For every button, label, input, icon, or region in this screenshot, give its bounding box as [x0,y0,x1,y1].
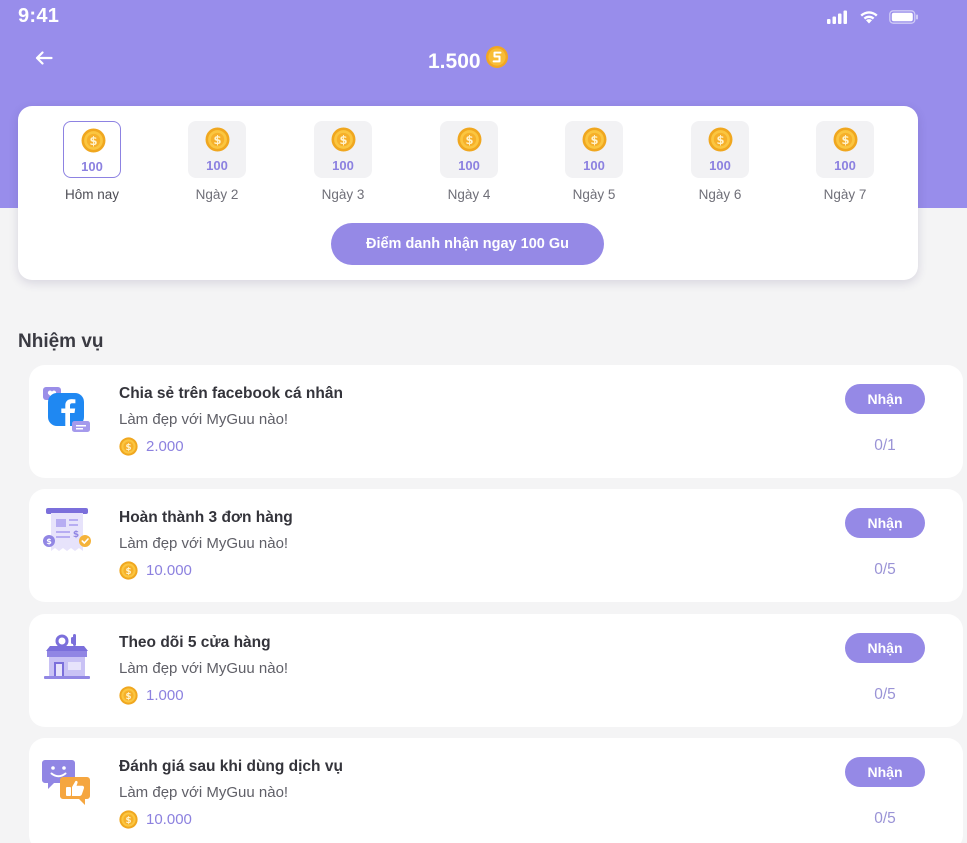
checkin-day-box: 100 [314,121,372,178]
checkin-day-3[interactable]: 100 Ngày 3 [313,121,373,202]
task-reward-value: 10.000 [146,811,192,828]
wifi-icon [860,11,878,24]
day-label: Ngày 5 [572,187,616,202]
day-reward: 100 [709,158,731,173]
checkin-day-4[interactable]: 100 Ngày 4 [439,121,499,202]
day-label: Ngày 4 [447,187,491,202]
day-label: Ngày 6 [698,187,742,202]
task-title: Theo dõi 5 cửa hàng [119,634,271,651]
balance-value: 1.500 [428,50,481,73]
task-card: Đánh giá sau khi dùng dịch vụ Làm đẹp vớ… [29,738,963,843]
task-card: Chia sẻ trên facebook cá nhân Làm đẹp vớ… [29,365,963,478]
status-icons [827,10,919,24]
back-button[interactable] [30,44,58,72]
task-title: Chia sẻ trên facebook cá nhân [119,385,343,402]
checkin-button[interactable]: Điểm danh nhận ngay 100 Gu [331,223,604,265]
checkin-day-6[interactable]: 100 Ngày 6 [690,121,750,202]
arrow-left-icon [35,51,53,65]
task-progress: 0/5 [874,686,896,703]
day-reward: 100 [458,158,480,173]
task-reward-value: 10.000 [146,562,192,579]
claim-button[interactable]: Nhận [845,384,925,414]
task-reward: 10.000 [119,810,192,829]
tasks-section-title: Nhiệm vụ [18,331,104,352]
checkin-day-7[interactable]: 100 Ngày 7 [815,121,875,202]
review-chat-icon [42,760,90,805]
coin-icon [833,127,858,152]
claim-button[interactable]: Nhận [845,508,925,538]
task-reward: 10.000 [119,561,192,580]
claim-button[interactable]: Nhận [845,757,925,787]
coin-icon [119,810,138,829]
checkin-day-5[interactable]: 100 Ngày 5 [564,121,624,202]
task-progress: 0/1 [874,437,896,454]
daily-checkin-card: 100 Hôm nay 100 Ngày 2 100 Ngày 3 100 Ng… [18,106,918,280]
status-time: 9:41 [18,5,60,27]
coin-icon [119,561,138,580]
day-reward: 100 [834,158,856,173]
checkin-day-box: 100 [63,121,121,178]
task-card: Theo dõi 5 cửa hàng Làm đẹp với MyGuu nà… [29,614,963,727]
coin-icon [205,127,230,152]
task-reward: 2.000 [119,437,184,456]
checkin-day-2[interactable]: 100 Ngày 2 [187,121,247,202]
store-icon [44,634,90,679]
task-reward-value: 1.000 [146,687,184,704]
coin-icon [331,127,356,152]
gu-balance: 1.500 [428,46,509,74]
checkin-day-box: 100 [565,121,623,178]
day-label: Ngày 2 [195,187,239,202]
battery-icon [889,10,918,24]
svg-text:$: $ [46,537,52,546]
task-description: Làm đẹp với MyGuu nào! [119,411,289,428]
task-reward: 1.000 [119,686,184,705]
checkin-day-1[interactable]: 100 Hôm nay [62,121,122,202]
day-label: Ngày 7 [823,187,867,202]
coin-icon [119,686,138,705]
task-reward-value: 2.000 [146,438,184,455]
gu-coin-icon [485,46,508,68]
task-description: Làm đẹp với MyGuu nào! [119,535,289,552]
task-progress: 0/5 [874,810,896,827]
day-label: Ngày 3 [321,187,365,202]
status-bar: 9:41 [0,0,967,36]
day-reward: 100 [583,158,605,173]
facebook-share-icon [43,387,90,432]
coin-icon [708,127,733,152]
coin-icon [119,437,138,456]
day-reward: 100 [206,158,228,173]
claim-button[interactable]: Nhận [845,633,925,663]
day-label: Hôm nay [64,187,120,202]
checkin-day-box: 100 [188,121,246,178]
task-title: Đánh giá sau khi dùng dịch vụ [119,758,343,775]
coin-icon [81,128,106,153]
coin-icon [582,127,607,152]
coin-icon [457,127,482,152]
day-reward: 100 [81,159,103,174]
task-progress: 0/5 [874,561,896,578]
checkin-day-box: 100 [440,121,498,178]
day-reward: 100 [332,158,354,173]
checkin-day-box: 100 [816,121,874,178]
checkin-day-box: 100 [691,121,749,178]
task-title: Hoàn thành 3 đơn hàng [119,509,293,526]
svg-text:$: $ [73,530,79,540]
order-receipt-icon: $ $ [43,508,91,551]
task-card: $ $ Hoàn thành 3 đơn hàng Làm đẹp với My… [29,489,963,602]
task-description: Làm đẹp với MyGuu nào! [119,660,289,677]
signal-icon [827,10,847,24]
task-description: Làm đẹp với MyGuu nào! [119,784,289,801]
